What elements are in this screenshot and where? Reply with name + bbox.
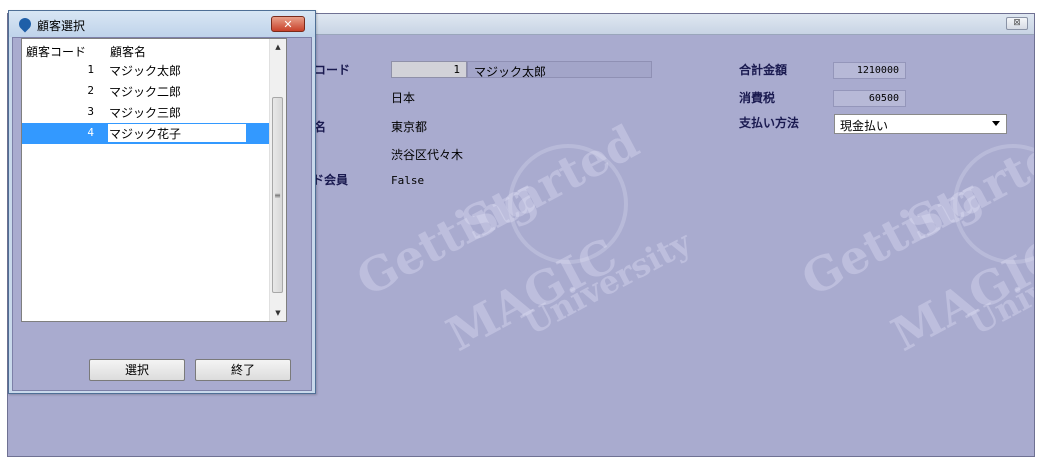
- prefecture-value: 東京都: [391, 120, 428, 134]
- customer-code-label: コード: [314, 63, 351, 77]
- row-name-editor[interactable]: マジック花子: [108, 124, 246, 142]
- dialog-titlebar[interactable]: 顧客選択 ✕: [9, 11, 315, 37]
- chevron-down-icon: [992, 121, 1000, 126]
- row-code: 1: [87, 63, 94, 76]
- row-code: 4: [87, 126, 94, 139]
- scroll-up-icon[interactable]: ▲: [270, 39, 286, 55]
- payment-label: 支払い方法: [739, 116, 800, 130]
- scroll-down-icon[interactable]: ▼: [270, 305, 286, 321]
- scroll-thumb[interactable]: ≡: [272, 97, 283, 293]
- row-name: マジック二郎: [109, 85, 182, 99]
- exit-button[interactable]: 終了: [195, 359, 291, 381]
- city-value: 渋谷区代々木: [391, 148, 464, 162]
- customer-select-dialog: 顧客選択 ✕ 顧客コード 顧客名 1 マジック太郎 2 マジック二郎 3 マジッ…: [8, 10, 316, 394]
- select-button[interactable]: 選択: [89, 359, 185, 381]
- tax-field: 60500: [833, 90, 906, 107]
- table-row-selected[interactable]: 4 マジック花子: [22, 123, 272, 144]
- payment-method-select[interactable]: 現金払い: [834, 114, 1007, 134]
- grip-icon: ≡: [274, 190, 281, 200]
- payment-method-value: 現金払い: [840, 119, 889, 133]
- customer-list[interactable]: 顧客コード 顧客名 1 マジック太郎 2 マジック二郎 3 マジック三郎 4 マ…: [21, 38, 287, 322]
- watermark-getting: Getting: [348, 167, 545, 307]
- watermark-magic-2: MAGIC: [883, 227, 1035, 362]
- country-value: 日本: [391, 91, 416, 105]
- customer-code-field[interactable]: 1: [391, 61, 467, 78]
- total-field: 1210000: [833, 62, 906, 79]
- table-row[interactable]: 1 マジック太郎: [22, 60, 272, 81]
- watermark-started-2: Started: [898, 114, 1035, 252]
- column-header-name[interactable]: 顧客名: [110, 43, 146, 60]
- vertical-scrollbar[interactable]: ▲ ≡ ▼: [269, 39, 286, 321]
- watermark-seal: [508, 144, 628, 264]
- magic-app-icon: [16, 15, 34, 33]
- main-close-button[interactable]: ⊠: [1006, 17, 1028, 30]
- row-name: マジック太郎: [109, 64, 182, 78]
- watermark-magic: MAGIC: [438, 227, 626, 362]
- watermark-started: Started: [453, 114, 648, 252]
- customer-name-field: マジック太郎: [467, 61, 652, 79]
- table-row[interactable]: 2 マジック二郎: [22, 81, 272, 102]
- total-label: 合計金額: [739, 63, 788, 77]
- dialog-title: 顧客選択: [37, 19, 86, 33]
- row-code: 3: [87, 105, 94, 118]
- watermark-getting-2: Getting: [793, 167, 990, 307]
- gold-member-value: False: [391, 174, 425, 187]
- close-icon: ✕: [283, 17, 293, 31]
- watermark-university-2: University: [963, 223, 1035, 343]
- customer-list-header: 顧客コード 顧客名: [22, 39, 272, 59]
- dialog-close-button[interactable]: ✕: [271, 16, 305, 32]
- tax-label: 消費税: [739, 91, 776, 105]
- row-name: マジック三郎: [109, 106, 182, 120]
- column-header-code[interactable]: 顧客コード: [26, 43, 86, 60]
- watermark-university: University: [518, 223, 698, 343]
- row-code: 2: [87, 84, 94, 97]
- table-row[interactable]: 3 マジック三郎: [22, 102, 272, 123]
- watermark-seal-2: [953, 144, 1034, 264]
- close-icon: ⊠: [1013, 18, 1021, 28]
